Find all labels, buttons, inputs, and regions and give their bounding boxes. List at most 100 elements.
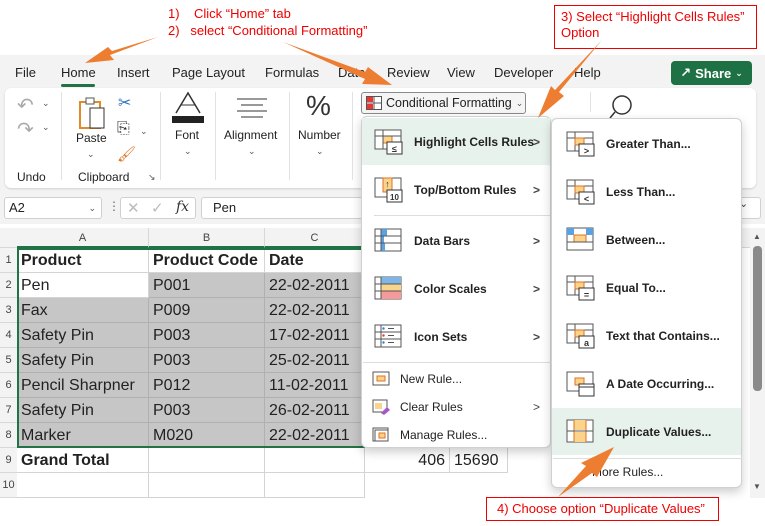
cut-icon[interactable]: ✂ bbox=[118, 93, 131, 113]
conditional-formatting-button[interactable]: Conditional Formatting ⌄ bbox=[361, 92, 526, 114]
menu-item-icon-sets[interactable]: Icon Sets > bbox=[362, 313, 550, 360]
row-header-7[interactable]: 7 bbox=[0, 398, 17, 423]
alignment-button[interactable]: Alignment bbox=[224, 128, 277, 142]
cell-a9[interactable]: Grand Total bbox=[17, 448, 149, 473]
cell-a6[interactable]: Pencil Sharpner bbox=[17, 373, 149, 398]
font-button[interactable]: Font bbox=[175, 128, 199, 142]
tab-review[interactable]: Review bbox=[387, 65, 430, 80]
cell-b1[interactable]: Product Code bbox=[149, 248, 265, 273]
row-header-5[interactable]: 5 bbox=[0, 348, 17, 373]
scroll-up-icon[interactable]: ▲ bbox=[753, 232, 761, 241]
cell-a8[interactable]: Marker bbox=[17, 423, 149, 448]
name-box[interactable]: A2 ⌄ bbox=[4, 197, 102, 219]
row-header-9[interactable]: 9 bbox=[0, 448, 17, 473]
scrollbar-thumb[interactable] bbox=[753, 246, 762, 391]
cell-c10[interactable] bbox=[265, 473, 365, 498]
menu-item-new-rule[interactable]: New Rule... bbox=[362, 365, 550, 392]
column-header-a[interactable]: A bbox=[17, 228, 149, 248]
cell-c4[interactable]: 17-02-2011 bbox=[265, 323, 365, 348]
undo-dropdown-icon[interactable]: ⌄ bbox=[42, 98, 50, 109]
share-button[interactable]: ↗ Share ⌄ bbox=[671, 61, 752, 85]
redo-icon[interactable]: ↷ bbox=[17, 117, 34, 142]
cell-c6[interactable]: 11-02-2011 bbox=[265, 373, 365, 398]
cell-b10[interactable] bbox=[149, 473, 265, 498]
select-all-corner[interactable] bbox=[0, 228, 17, 248]
tab-help[interactable]: Help bbox=[574, 65, 601, 80]
cell-b2[interactable]: P001 bbox=[149, 273, 265, 298]
percent-icon[interactable]: % bbox=[306, 90, 331, 122]
menu-item-manage-rules[interactable]: Manage Rules... bbox=[362, 421, 550, 448]
tab-insert[interactable]: Insert bbox=[117, 65, 150, 80]
submenu-item-a-date-occurring[interactable]: A Date Occurring... bbox=[552, 360, 741, 407]
tab-developer[interactable]: Developer bbox=[494, 65, 553, 80]
cell-b8[interactable]: M020 bbox=[149, 423, 265, 448]
tab-home[interactable]: Home bbox=[61, 65, 96, 80]
cell-a3[interactable]: Fax bbox=[17, 298, 149, 323]
copy-dropdown-icon[interactable]: ⌄ bbox=[140, 126, 148, 137]
row-header-1[interactable]: 1 bbox=[0, 248, 17, 273]
cell-a7[interactable]: Safety Pin bbox=[17, 398, 149, 423]
cell-c1[interactable]: Date bbox=[265, 248, 365, 273]
column-header-b[interactable]: B bbox=[149, 228, 265, 248]
cell-a2[interactable]: Pen bbox=[17, 273, 149, 298]
submenu-item-between[interactable]: Between... bbox=[552, 216, 741, 263]
cell-c9[interactable] bbox=[265, 448, 365, 473]
submenu-item-greater-than[interactable]: > Greater Than... bbox=[552, 120, 741, 167]
number-button[interactable]: Number bbox=[298, 128, 341, 142]
menu-item-top-bottom-rules[interactable]: ↑ 10 Top/Bottom Rules > bbox=[362, 166, 550, 213]
undo-icon[interactable]: ↶ bbox=[17, 93, 34, 118]
cell-c2[interactable]: 22-02-2011 bbox=[265, 273, 365, 298]
grand-total-value-d[interactable]: 406 bbox=[365, 448, 450, 473]
vertical-scrollbar[interactable]: ▲ ▼ bbox=[750, 228, 765, 498]
row-header-4[interactable]: 4 bbox=[0, 323, 17, 348]
cell-b4[interactable]: P003 bbox=[149, 323, 265, 348]
cell-b6[interactable]: P012 bbox=[149, 373, 265, 398]
clipboard-launcher-icon[interactable]: ↘ bbox=[148, 172, 156, 183]
submenu-item-equal-to[interactable]: = Equal To... bbox=[552, 264, 741, 311]
submenu-item-duplicate-values[interactable]: Duplicate Values... bbox=[552, 408, 741, 455]
tab-view[interactable]: View bbox=[447, 65, 475, 80]
row-header-2[interactable]: 2 bbox=[0, 273, 17, 298]
cell-c3[interactable]: 22-02-2011 bbox=[265, 298, 365, 323]
alignment-icon[interactable] bbox=[237, 97, 267, 121]
submenu-item-less-than[interactable]: < Less Than... bbox=[552, 168, 741, 215]
enter-icon[interactable]: ✓ bbox=[151, 199, 164, 217]
insert-function-button[interactable]: fx bbox=[176, 199, 189, 215]
tab-page-layout[interactable]: Page Layout bbox=[172, 65, 245, 80]
find-icon[interactable] bbox=[608, 94, 634, 120]
copy-icon[interactable]: ⎘ bbox=[117, 120, 130, 138]
cell-b7[interactable]: P003 bbox=[149, 398, 265, 423]
cell-c7[interactable]: 26-02-2011 bbox=[265, 398, 365, 423]
submenu-item-text-that-contains[interactable]: a Text that Contains... bbox=[552, 312, 741, 359]
font-icon[interactable] bbox=[172, 91, 204, 123]
tab-file[interactable]: File bbox=[15, 65, 36, 80]
menu-item-data-bars[interactable]: Data Bars > bbox=[362, 217, 550, 264]
column-header-c[interactable]: C bbox=[265, 228, 365, 248]
scroll-down-icon[interactable]: ▼ bbox=[753, 482, 761, 491]
cell-a4[interactable]: Safety Pin bbox=[17, 323, 149, 348]
cell-a1[interactable]: Product bbox=[17, 248, 149, 273]
grand-total-value-e[interactable]: 15690 bbox=[450, 448, 508, 473]
row-header-3[interactable]: 3 bbox=[0, 298, 17, 323]
row-header-6[interactable]: 6 bbox=[0, 373, 17, 398]
menu-item-highlight-cells-rules[interactable]: ≤ Highlight Cells Rules > bbox=[362, 118, 550, 165]
menu-item-clear-rules[interactable]: Clear Rules > bbox=[362, 393, 550, 420]
cell-c5[interactable]: 25-02-2011 bbox=[265, 348, 365, 373]
cell-b3[interactable]: P009 bbox=[149, 298, 265, 323]
menu-item-more-rules[interactable]: More Rules... bbox=[592, 465, 663, 479]
chevron-down-icon[interactable]: ⌄ bbox=[88, 198, 96, 218]
tab-formulas[interactable]: Formulas bbox=[265, 65, 319, 80]
cell-b9[interactable] bbox=[149, 448, 265, 473]
row-header-8[interactable]: 8 bbox=[0, 423, 17, 448]
format-painter-icon[interactable]: 🖌 bbox=[117, 145, 136, 163]
cell-a5[interactable]: Safety Pin bbox=[17, 348, 149, 373]
paste-dropdown-icon[interactable]: ⌄ bbox=[87, 149, 95, 160]
cancel-icon[interactable]: ✕ bbox=[127, 199, 140, 217]
cell-a10[interactable] bbox=[17, 473, 149, 498]
paste-icon[interactable] bbox=[78, 96, 108, 130]
redo-dropdown-icon[interactable]: ⌄ bbox=[42, 122, 50, 133]
cell-b5[interactable]: P003 bbox=[149, 348, 265, 373]
paste-button[interactable]: Paste bbox=[76, 131, 107, 145]
row-header-10[interactable]: 10 bbox=[0, 473, 17, 498]
tab-data[interactable]: Data bbox=[338, 65, 365, 80]
